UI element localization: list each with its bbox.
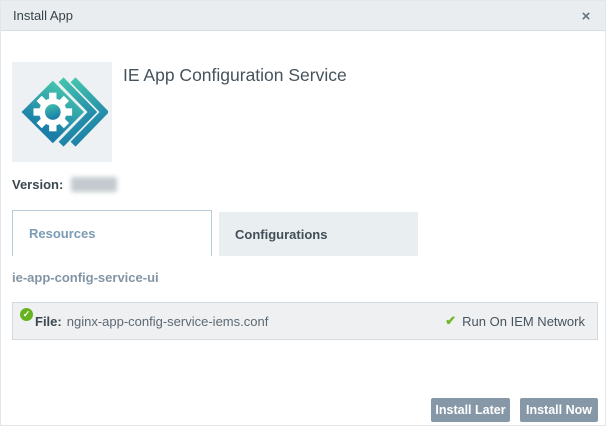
resource-file-row: ✓ File: nginx-app-config-service-iems.co… xyxy=(12,302,598,340)
install-app-dialog: Install App × IE App Configuration xyxy=(0,0,606,426)
file-label: File: xyxy=(35,314,62,329)
tab-resources[interactable]: Resources xyxy=(12,210,212,256)
close-icon[interactable]: × xyxy=(573,1,599,31)
version-value-redacted xyxy=(71,177,117,192)
dialog-titlebar: Install App xyxy=(1,1,605,31)
file-name: nginx-app-config-service-iems.conf xyxy=(67,314,269,329)
version-row: Version: xyxy=(12,177,117,192)
app-gear-chevron-icon xyxy=(16,66,108,158)
app-icon-tile xyxy=(12,62,112,162)
app-name: IE App Configuration Service xyxy=(123,65,347,86)
resource-group-name: ie-app-config-service-ui xyxy=(12,270,159,285)
network-check-icon: ✔ xyxy=(445,313,456,329)
dialog-title: Install App xyxy=(13,8,73,23)
tab-configurations-label: Configurations xyxy=(235,227,327,242)
file-check-badge-icon: ✓ xyxy=(20,308,33,321)
version-label: Version: xyxy=(12,177,63,192)
install-now-button[interactable]: Install Now xyxy=(520,398,598,422)
network-status-label: Run On IEM Network xyxy=(462,314,585,329)
tab-resources-label: Resources xyxy=(29,226,95,241)
install-later-button[interactable]: Install Later xyxy=(431,398,510,422)
tab-configurations[interactable]: Configurations xyxy=(219,212,418,256)
